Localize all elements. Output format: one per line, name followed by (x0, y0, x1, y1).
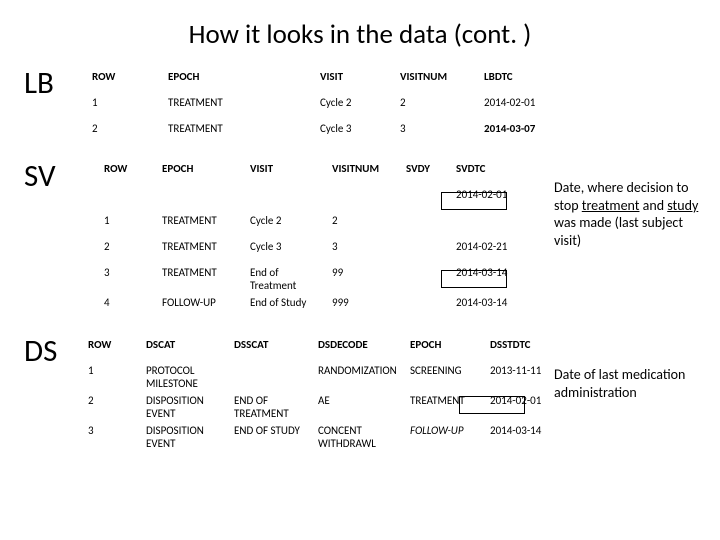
section-label-ds: DS (24, 332, 57, 370)
highlight-box (441, 270, 507, 288)
cell: FOLLOW-UP (406, 422, 486, 452)
cell: Cycle 2 (316, 94, 396, 120)
lb-h-visitnum: VISITNUM (396, 68, 480, 94)
slide-title: How it looks in the data (cont. ) (0, 18, 720, 51)
lb-table: ROW EPOCH VISIT VISITNUM LBDTC 1 TREATME… (88, 68, 568, 146)
ds-h-row: ROW (84, 336, 142, 362)
cell: 2014-02-21 (452, 238, 532, 264)
highlight-box (441, 192, 507, 210)
table-row: 2 TREATMENT Cycle 3 3 2014-02-21 (100, 238, 532, 264)
cell: TREATMENT (164, 120, 316, 146)
cell: 2 (88, 120, 164, 146)
ds-h-dsdecode: DSDECODE (314, 336, 406, 362)
cell (246, 186, 328, 212)
cell (328, 186, 402, 212)
cell: SCREENING (406, 362, 486, 392)
cell: 3 (84, 422, 142, 452)
cell: 1 (84, 362, 142, 392)
table-row: 4 FOLLOW-UP End of Study 999 2014-03-14 (100, 294, 532, 320)
ds-h-dsscat: DSSCAT (230, 336, 314, 362)
table-row: 1 PROTOCOL MILESTONE RANDOMIZATION SCREE… (84, 362, 558, 392)
cell: 2 (100, 238, 158, 264)
lb-h-epoch: EPOCH (164, 68, 316, 94)
cell: TREATMENT (158, 238, 246, 264)
lb-h-row: ROW (88, 68, 164, 94)
cell: 2014-03-07 (480, 120, 568, 146)
cell: END OF TREATMENT (230, 392, 314, 422)
cell: 1 (88, 94, 164, 120)
sv-h-visitnum: VISITNUM (328, 160, 402, 186)
table-row: 3 DISPOSITION EVENT END OF STUDY CONCENT… (84, 422, 558, 452)
cell: 2 (328, 212, 402, 238)
cell: TREATMENT (164, 94, 316, 120)
cell (230, 362, 314, 392)
cell: AE (314, 392, 406, 422)
sv-table: ROW EPOCH VISIT VISITNUM SVDY SVDTC 2014… (100, 160, 532, 320)
sv-h-row: ROW (100, 160, 158, 186)
cell: PROTOCOL MILESTONE (142, 362, 230, 392)
cell: 99 (328, 264, 402, 294)
lb-h-visit: VISIT (316, 68, 396, 94)
cell: 3 (100, 264, 158, 294)
cell: 2014-03-14 (486, 422, 558, 452)
ds-h-dscat: DSCAT (142, 336, 230, 362)
cell: 999 (328, 294, 402, 320)
cell (402, 212, 452, 238)
cell: RANDOMIZATION (314, 362, 406, 392)
table-row: 1 TREATMENT Cycle 2 2 (100, 212, 532, 238)
section-label-lb: LB (24, 64, 54, 102)
txt: study (667, 197, 698, 214)
cell (402, 238, 452, 264)
cell (402, 294, 452, 320)
cell (100, 186, 158, 212)
table-row: 2 TREATMENT Cycle 3 3 2014-03-07 (88, 120, 568, 146)
cell: 2 (396, 94, 480, 120)
cell: CONCENT WITHDRAWL (314, 422, 406, 452)
cell: DISPOSITION EVENT (142, 422, 230, 452)
cell: 4 (100, 294, 158, 320)
annotation-lastmed: Date of last medication administration (554, 366, 704, 401)
cell: END OF STUDY (230, 422, 314, 452)
cell: Cycle 3 (246, 238, 328, 264)
highlight-box (459, 396, 525, 414)
ds-h-epoch: EPOCH (406, 336, 486, 362)
cell: DISPOSITION EVENT (142, 392, 230, 422)
cell: TREATMENT (158, 264, 246, 294)
cell: End of Study (246, 294, 328, 320)
cell: Cycle 3 (316, 120, 396, 146)
cell: TREATMENT (158, 212, 246, 238)
txt: treatment (582, 197, 640, 214)
cell: 3 (396, 120, 480, 146)
cell: 2014-03-14 (452, 294, 532, 320)
lb-h-lbdtc: LBDTC (480, 68, 568, 94)
sv-h-svdy: SVDY (402, 160, 452, 186)
txt: and (639, 197, 667, 214)
sv-h-svdtc: SVDTC (452, 160, 532, 186)
sv-h-visit: VISIT (246, 160, 328, 186)
cell (452, 212, 532, 238)
cell: 2013-11-11 (486, 362, 558, 392)
section-label-sv: SV (24, 157, 56, 195)
ds-h-dsstdtc: DSSTDTC (486, 336, 558, 362)
cell: 2 (84, 392, 142, 422)
cell: 3 (328, 238, 402, 264)
txt: was made (last subject visit) (554, 214, 683, 249)
cell (158, 186, 246, 212)
cell: 1 (100, 212, 158, 238)
cell: 2014-02-01 (480, 94, 568, 120)
cell: End of Treatment (246, 264, 328, 294)
table-row: 1 TREATMENT Cycle 2 2 2014-02-01 (88, 94, 568, 120)
cell: FOLLOW-UP (158, 294, 246, 320)
annotation-decision: Date, where decision to stop treatment a… (554, 179, 704, 249)
sv-h-epoch: EPOCH (158, 160, 246, 186)
cell: Cycle 2 (246, 212, 328, 238)
ds-table: ROW DSCAT DSSCAT DSDECODE EPOCH DSSTDTC … (84, 336, 558, 452)
